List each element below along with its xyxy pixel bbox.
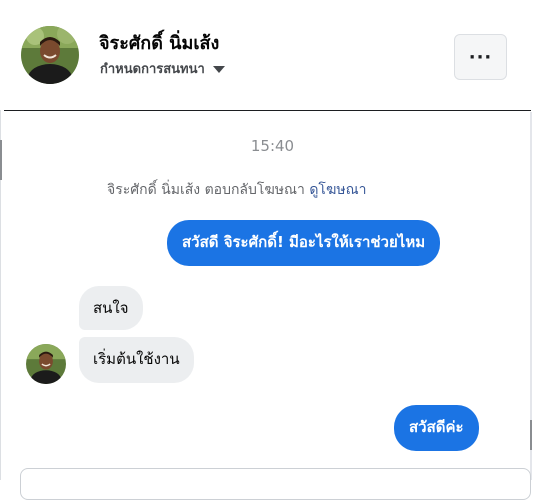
subtitle-label: กำหนดการสนทนา bbox=[100, 62, 205, 77]
message-bubble-incoming[interactable]: เริ่มต้นใช้งาน bbox=[79, 337, 194, 383]
header-divider bbox=[4, 110, 531, 111]
contact-avatar[interactable] bbox=[21, 26, 79, 84]
message-bubble-incoming[interactable]: สนใจ bbox=[79, 286, 143, 330]
more-options-icon: ··· bbox=[468, 46, 493, 68]
message-bubble-outgoing[interactable]: สวัสดีค่ะ bbox=[394, 405, 479, 451]
sender-avatar[interactable] bbox=[26, 344, 66, 384]
scrollbar-thumb[interactable] bbox=[530, 420, 532, 450]
contact-name[interactable]: จิระศักดิ์ นิ่มเส้ง bbox=[99, 28, 219, 57]
message-composer[interactable] bbox=[20, 468, 531, 500]
message-bubble-outgoing[interactable]: สวัสดี จิระศักดิ์! มีอะไรให้เราช่วยไหม bbox=[167, 220, 441, 266]
more-options-button[interactable]: ··· bbox=[454, 34, 507, 80]
conversation-header: จิระศักดิ์ นิ่มเส้ง กำหนดการสนทนา ··· bbox=[0, 0, 535, 110]
ad-reply-text: จิระศักดิ์ นิ่มเส้ง ตอบกลับโฆษณา bbox=[107, 182, 305, 198]
chevron-down-icon bbox=[212, 66, 225, 73]
conversation-schedule-dropdown[interactable]: กำหนดการสนทนา bbox=[100, 58, 225, 79]
ad-reply-notice: จิระศักดิ์ นิ่มเส้ง ตอบกลับโฆษณา ดูโฆษณา bbox=[107, 179, 366, 201]
message-timestamp: 15:40 bbox=[250, 137, 295, 155]
view-ad-link[interactable]: ดูโฆษณา bbox=[309, 182, 366, 198]
